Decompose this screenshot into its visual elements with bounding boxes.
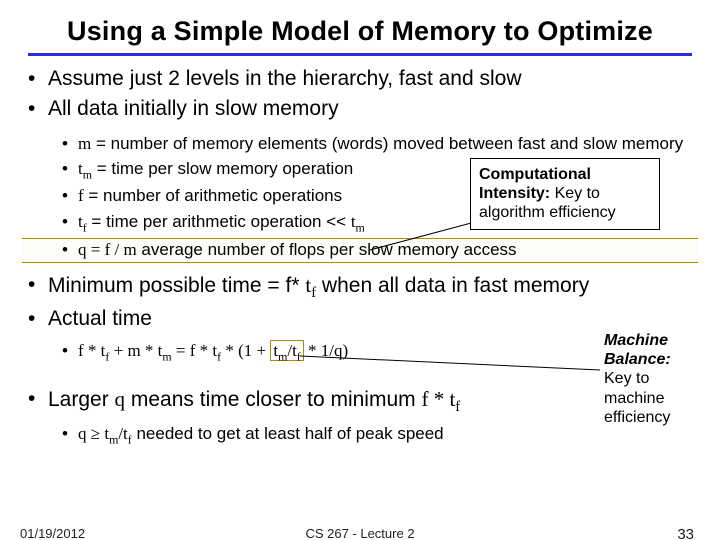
sub-bullet-m: m = number of memory elements (words) mo… (22, 133, 698, 155)
bullet-min-time: Minimum possible time = f* tf when all d… (22, 272, 698, 303)
bullet-list: Assume just 2 levels in the hierarchy, f… (22, 66, 698, 448)
sub-bullet-equation: f * tf + m * tm = f * tf * (1 + tm/tf * … (22, 340, 698, 365)
equation: f * tf + m * tm = f * tf * (1 + tm/tf * … (78, 341, 348, 360)
footer-course: CS 267 - Lecture 2 (0, 526, 720, 540)
slide-number: 33 (677, 526, 694, 540)
sub-bullet-threshold: q ≥ tm/tf needed to get at least half of… (22, 423, 698, 448)
var-m: m (78, 134, 91, 153)
callout-computational-intensity: Computational Intensity: Key to algorith… (470, 158, 660, 230)
bullet-assume: Assume just 2 levels in the hierarchy, f… (22, 66, 698, 92)
bullet-initial: All data initially in slow memory (22, 96, 698, 122)
var-tm: tm (78, 159, 92, 178)
bullet-actual-time: Actual time (22, 306, 698, 332)
callout-machine-balance: Machine Balance: Key to machine efficien… (604, 331, 690, 427)
tm-over-tf-box: tm/tf (270, 340, 303, 361)
bullet-larger-q: Larger q means time closer to minimum f … (22, 386, 698, 417)
slide-title: Using a Simple Model of Memory to Optimi… (28, 14, 692, 56)
slide: Using a Simple Model of Memory to Optimi… (0, 0, 720, 540)
var-tf: tf (78, 212, 87, 231)
sub-bullet-q: q = f / m average number of flops per sl… (22, 238, 698, 262)
var-q: q = f / m (78, 240, 137, 259)
